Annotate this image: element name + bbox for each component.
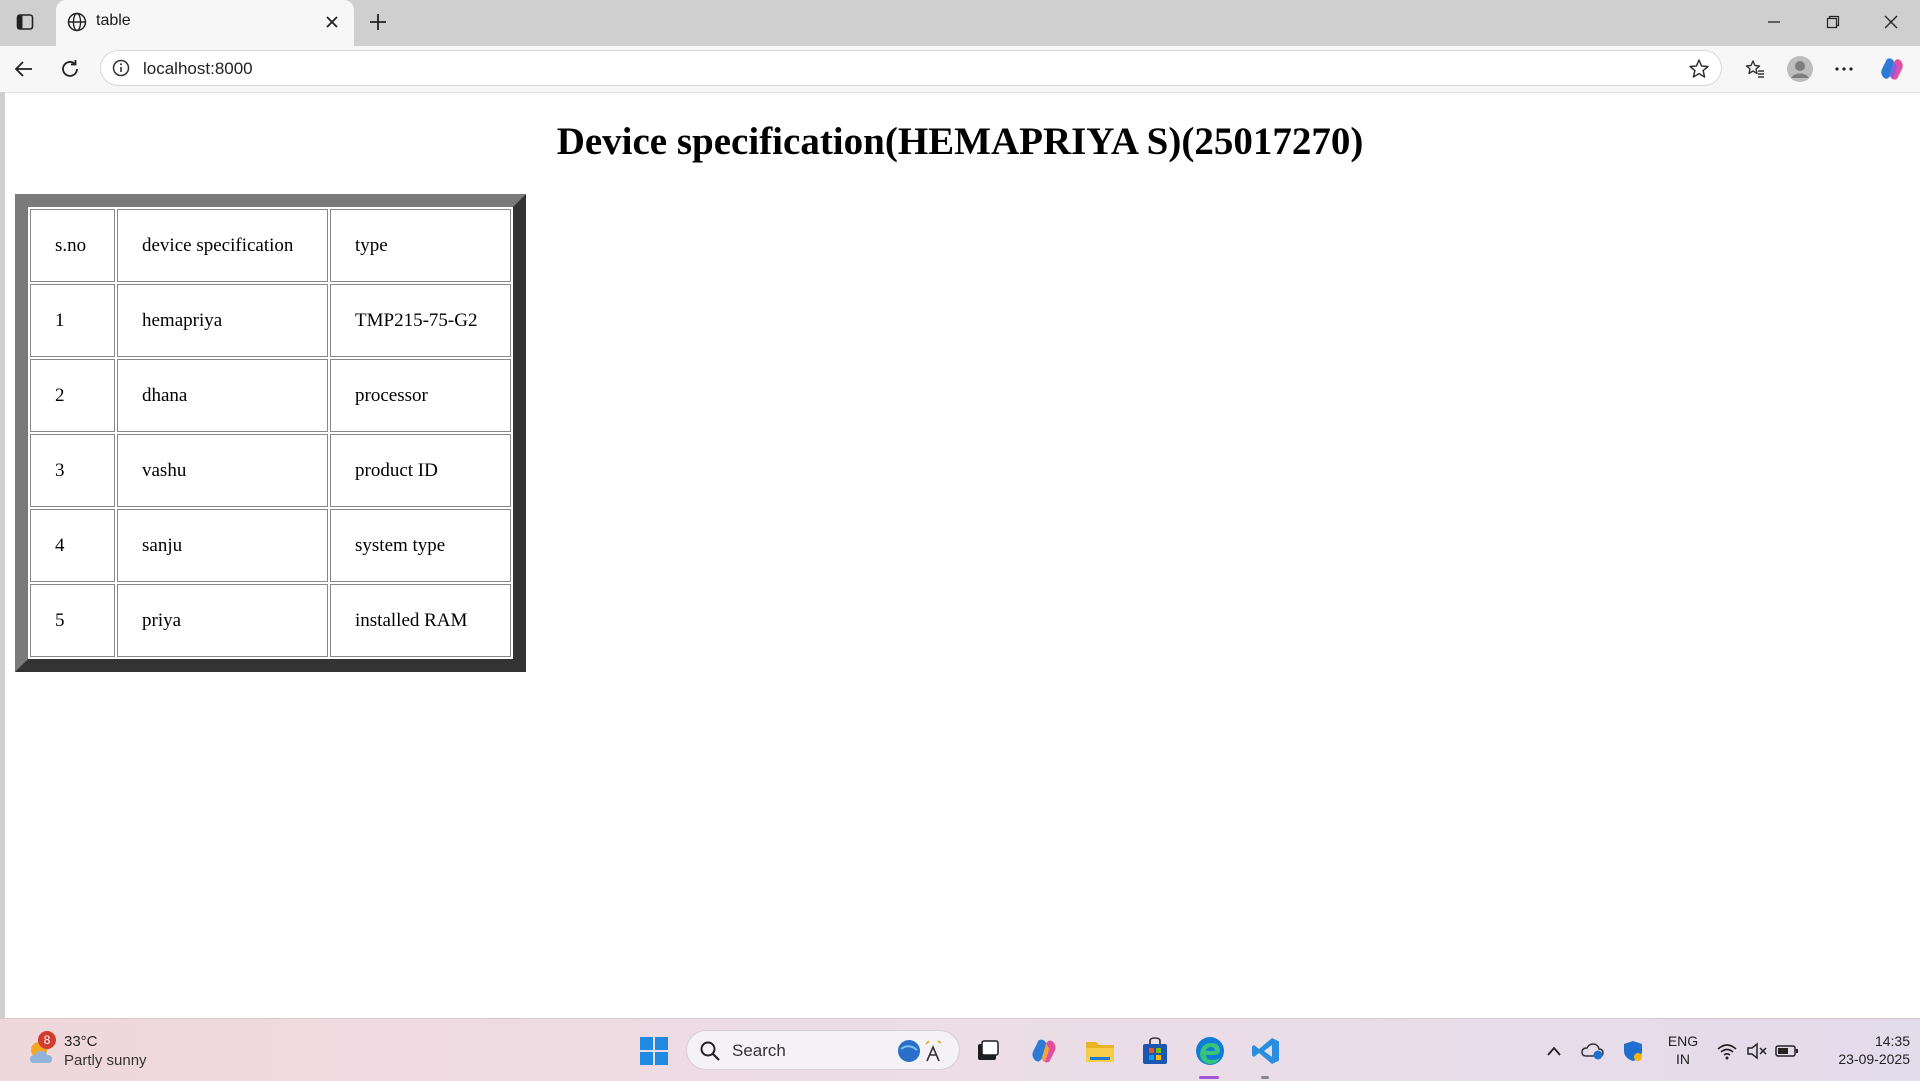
task-view-button[interactable] [970, 1033, 1006, 1069]
device-spec-table: s.no device specification type 1 hemapri… [15, 194, 526, 672]
tab-actions-icon[interactable] [12, 9, 38, 35]
table-cell: type [330, 209, 511, 282]
taskbar: 8 33°C Partly sunny Search ENG IN 14:35 … [0, 1018, 1920, 1081]
windows-logo-icon [640, 1037, 668, 1065]
store-icon [1143, 1037, 1167, 1064]
table-cell: hemapriya [117, 284, 328, 357]
plus-icon [370, 14, 386, 30]
battery-tray[interactable] [1774, 1039, 1800, 1063]
table-row: 2 dhana processor [30, 359, 511, 432]
close-window-button[interactable] [1877, 8, 1905, 36]
table-cell: system type [330, 509, 511, 582]
table-cell: 2 [30, 359, 115, 432]
weather-widget[interactable]: 8 33°C Partly sunny [24, 1031, 184, 1071]
tab-title: table [96, 12, 131, 29]
table-cell: product ID [330, 434, 511, 507]
language-indicator[interactable]: ENG IN [1665, 1032, 1701, 1068]
table-row: 5 priya installed RAM [30, 584, 511, 657]
back-arrow-icon [14, 61, 32, 77]
volume-tray[interactable] [1744, 1039, 1770, 1063]
favorites-button[interactable] [1741, 55, 1769, 83]
browser-toolbar: localhost:8000 [0, 46, 1920, 92]
task-view-icon [978, 1040, 999, 1060]
show-hidden-icons[interactable] [1541, 1039, 1567, 1063]
table-cell: device specification [117, 209, 328, 282]
more-icon [1835, 67, 1853, 71]
table-cell: dhana [117, 359, 328, 432]
chevron-up-icon [1547, 1046, 1561, 1056]
profile-button[interactable] [1786, 55, 1814, 83]
star-icon[interactable] [1687, 57, 1711, 81]
onedrive-tray[interactable] [1580, 1039, 1606, 1063]
browser-tab-active[interactable]: table [56, 0, 354, 46]
shield-icon [1624, 1041, 1642, 1061]
language-code: ENG [1667, 1033, 1699, 1049]
new-tab-button[interactable] [364, 8, 392, 36]
edge-button[interactable] [1192, 1033, 1228, 1069]
restore-button[interactable] [1819, 8, 1847, 36]
wifi-icon [1717, 1044, 1737, 1060]
more-button[interactable] [1830, 55, 1858, 83]
file-explorer-button[interactable] [1082, 1033, 1118, 1069]
taskbar-search[interactable]: Search [686, 1030, 960, 1070]
edge-icon [1196, 1037, 1224, 1065]
vscode-icon [1252, 1038, 1279, 1064]
notification-badge: 8 [38, 1031, 56, 1049]
copilot-icon [1881, 58, 1903, 80]
table-row: 4 sanju system type [30, 509, 511, 582]
table-cell: sanju [117, 509, 328, 582]
search-highlight-icon [898, 1040, 942, 1062]
page-title: Device specification(HEMAPRIYA S)(250172… [556, 120, 1364, 163]
copilot-button[interactable] [1878, 55, 1906, 83]
clock-date: 23-09-2025 [1838, 1051, 1910, 1067]
minimize-button[interactable] [1760, 8, 1788, 36]
copilot-app-button[interactable] [1026, 1033, 1062, 1069]
table-cell: processor [330, 359, 511, 432]
url-text: localhost:8000 [143, 59, 253, 78]
close-tab-icon[interactable] [320, 10, 344, 34]
table-cell: s.no [30, 209, 115, 282]
active-app-indicator [1199, 1076, 1219, 1079]
running-app-indicator [1261, 1076, 1269, 1079]
folder-icon [1086, 1042, 1114, 1062]
security-tray[interactable] [1620, 1039, 1646, 1063]
table-cell: priya [117, 584, 328, 657]
copilot-icon [1032, 1039, 1056, 1063]
table-header-row: s.no device specification type [30, 209, 511, 282]
address-bar[interactable]: localhost:8000 [100, 50, 1722, 86]
profile-icon [1787, 56, 1813, 82]
system-clock[interactable]: 14:35 23-09-2025 [1814, 1032, 1910, 1068]
site-info-icon[interactable] [111, 58, 131, 78]
vscode-button[interactable] [1248, 1033, 1284, 1069]
browser-title-bar: table [0, 0, 1920, 46]
weather-temperature: 33°C [64, 1033, 98, 1050]
region-code: IN [1676, 1051, 1690, 1067]
cloud-sync-icon [1581, 1043, 1604, 1060]
weather-description: Partly sunny [64, 1052, 147, 1069]
refresh-button[interactable] [56, 55, 84, 83]
table-row: 1 hemapriya TMP215-75-G2 [30, 284, 511, 357]
battery-icon [1775, 1045, 1798, 1057]
clock-time: 14:35 [1874, 1033, 1910, 1049]
back-button[interactable] [10, 55, 38, 83]
favorites-icon [1745, 60, 1764, 78]
page-viewport: Device specification(HEMAPRIYA S)(250172… [5, 92, 1920, 1018]
volume-muted-icon [1747, 1042, 1767, 1060]
wifi-tray[interactable] [1714, 1039, 1740, 1063]
start-button[interactable] [636, 1033, 672, 1069]
table-cell: installed RAM [330, 584, 511, 657]
table-cell: TMP215-75-G2 [330, 284, 511, 357]
search-icon [700, 1041, 720, 1061]
table-cell: 5 [30, 584, 115, 657]
table-cell: 3 [30, 434, 115, 507]
table-cell: vashu [117, 434, 328, 507]
table-row: 3 vashu product ID [30, 434, 511, 507]
table-cell: 1 [30, 284, 115, 357]
search-placeholder: Search [732, 1041, 786, 1060]
refresh-icon [62, 60, 78, 77]
table-cell: 4 [30, 509, 115, 582]
globe-icon [67, 12, 87, 32]
store-button[interactable] [1137, 1033, 1173, 1069]
